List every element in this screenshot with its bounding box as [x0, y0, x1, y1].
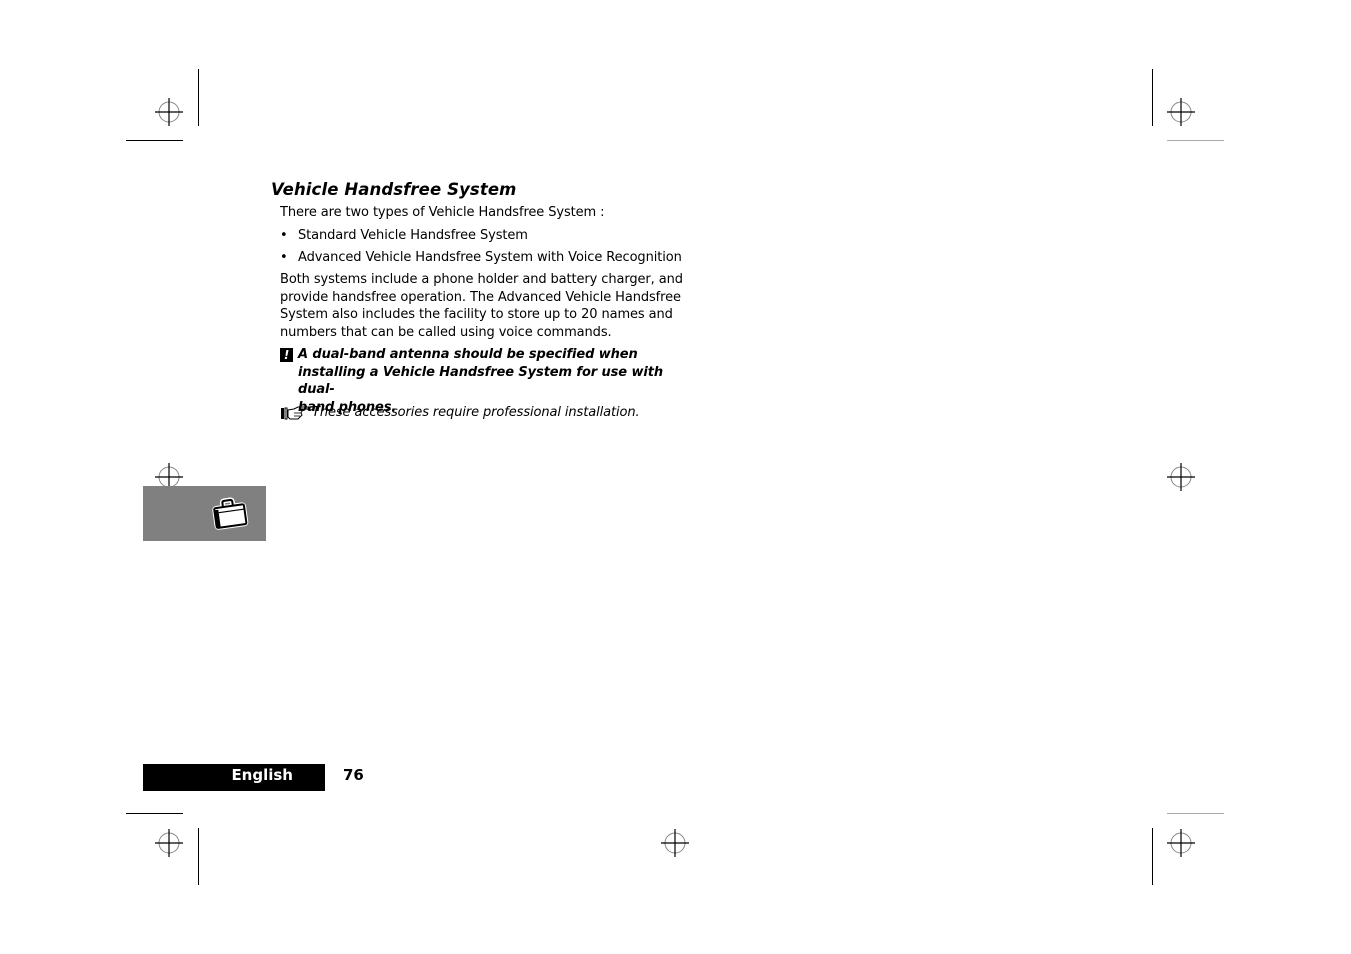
warning-line: installing a Vehicle Handsfree System fo…: [298, 364, 663, 398]
crop-mark: [198, 69, 199, 126]
crosshair-icon: [1167, 463, 1195, 491]
intro-text: There are two types of Vehicle Handsfree…: [280, 205, 605, 220]
paragraph-line: Both systems include a phone holder and …: [280, 272, 683, 287]
description-paragraph: Both systems include a phone holder and …: [280, 271, 690, 341]
section-title: Vehicle Handsfree System: [271, 180, 517, 199]
crop-mark: [1167, 140, 1224, 141]
bullet-icon: •: [280, 250, 288, 265]
language-label: English: [231, 766, 293, 784]
list-item: • Standard Vehicle Handsfree System: [280, 227, 528, 245]
pointing-hand-icon: [281, 406, 311, 420]
crop-mark: [198, 828, 199, 885]
list-item-text: Advanced Vehicle Handsfree System with V…: [298, 250, 682, 265]
briefcase-icon: [212, 497, 249, 530]
section-tab: [143, 486, 266, 541]
language-bar: English: [143, 764, 325, 791]
page-number: 76: [343, 766, 364, 784]
bullet-icon: •: [280, 228, 288, 243]
crosshair-icon: [1167, 98, 1195, 126]
crosshair-icon: [1167, 829, 1195, 857]
crosshair-icon: [155, 98, 183, 126]
note-text: These accessories require professional i…: [312, 405, 640, 420]
note-callout: These accessories require professional i…: [280, 404, 640, 422]
warning-line: A dual-band antenna should be specified …: [298, 347, 638, 362]
list-item: • Advanced Vehicle Handsfree System with…: [280, 249, 682, 267]
crosshair-icon: [661, 829, 689, 857]
list-item-text: Standard Vehicle Handsfree System: [298, 228, 528, 243]
crosshair-icon: [155, 829, 183, 857]
crop-mark: [126, 140, 183, 141]
paragraph-line: System also includes the facility to sto…: [280, 307, 673, 323]
paragraph-line: provide handsfree operation. The Advance…: [280, 289, 681, 305]
crop-mark: [1167, 813, 1224, 814]
crop-mark: [126, 813, 183, 814]
paragraph-line: numbers that can be called using voice c…: [280, 324, 612, 340]
crop-mark: [1152, 828, 1153, 885]
crop-mark: [1152, 69, 1153, 126]
exclamation-icon: !: [280, 348, 293, 362]
